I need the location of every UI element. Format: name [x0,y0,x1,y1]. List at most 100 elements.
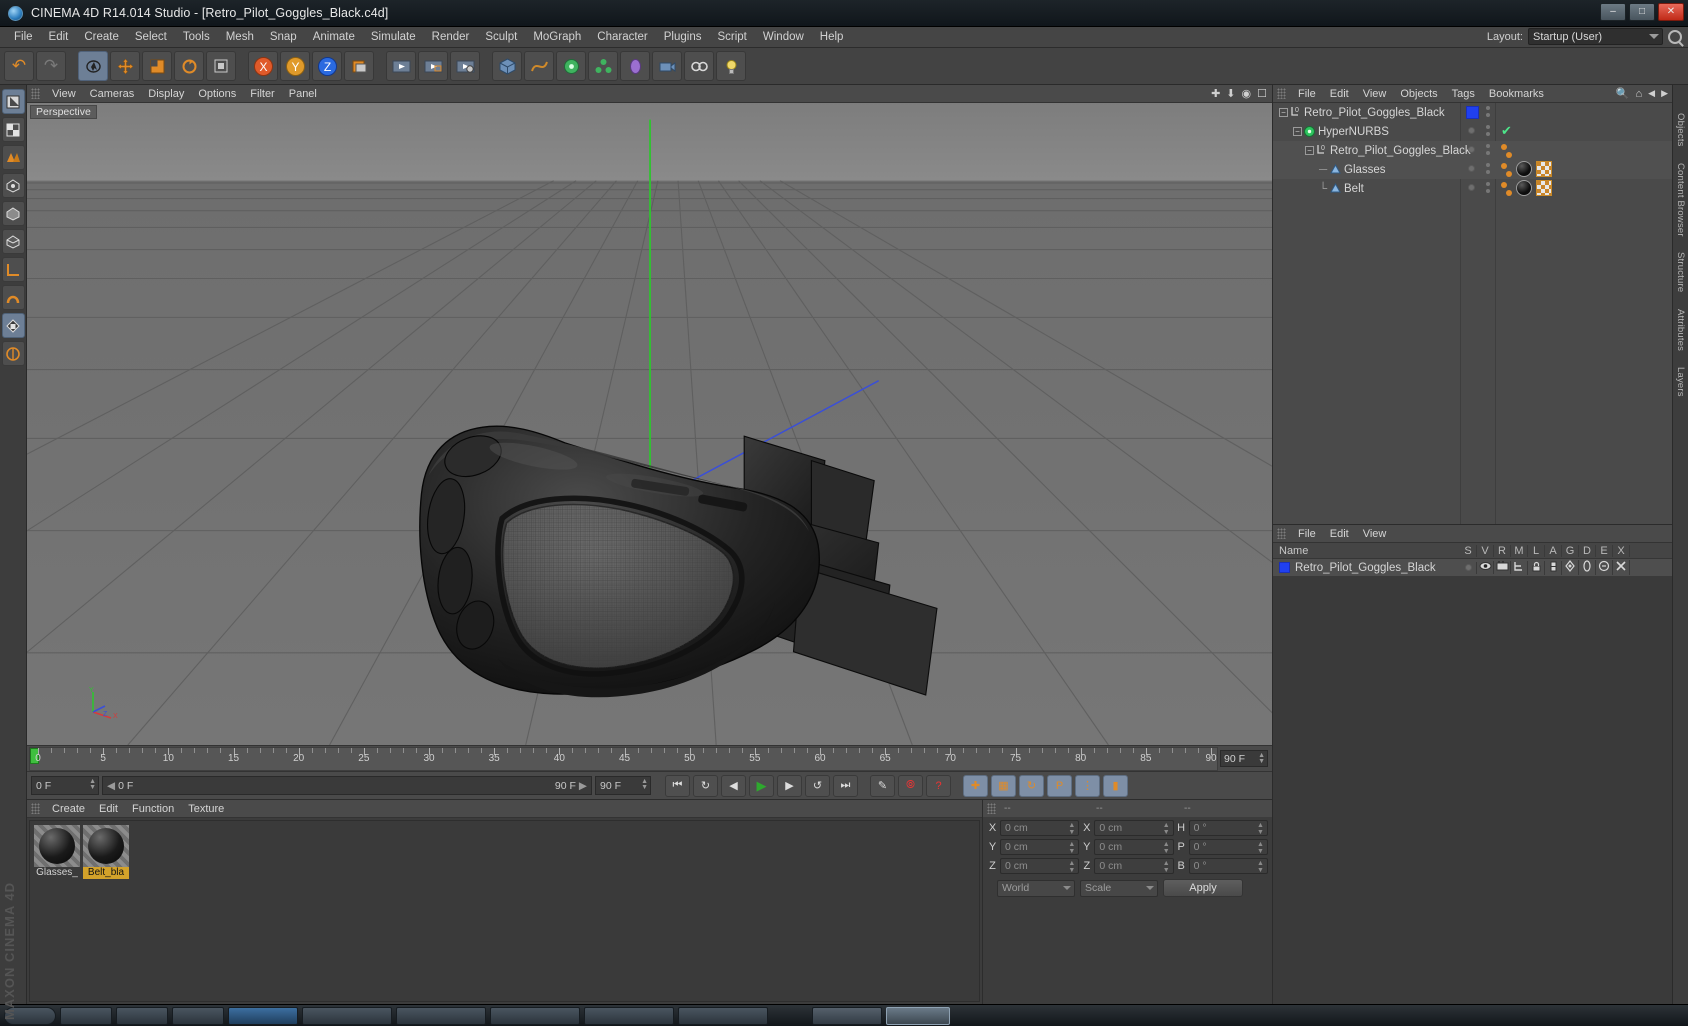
world-object-coordinates-button[interactable] [344,51,374,81]
menu-animate[interactable]: Animate [305,29,363,45]
coordinate-system-select[interactable]: World [997,879,1075,897]
expander-toggle[interactable]: − [1279,108,1288,117]
b-rotation-field[interactable]: 0 ° ▲ ▼ [1188,858,1268,874]
stepper-icon[interactable]: ▲ ▼ [1257,822,1264,836]
material-menu-edit[interactable]: Edit [92,802,125,816]
y-position-field[interactable]: 0 cm ▲ ▼ [1000,839,1080,855]
viewport-menu-view[interactable]: View [45,87,83,101]
editor-visibility-dot[interactable] [1468,146,1475,153]
layer-col-l[interactable]: L [1528,544,1545,557]
material-swatch-area[interactable]: Glasses_ Belt_bla [29,820,980,1002]
scale-key-button[interactable]: ▦ [991,774,1016,797]
taskbar-item[interactable] [584,1006,674,1025]
layer-col-e[interactable]: E [1596,544,1613,557]
layer-menu-view[interactable]: View [1356,527,1394,541]
autokey-button[interactable]: ✎ [870,774,895,797]
keyframe-selection-button[interactable]: ▮ [1103,774,1128,797]
stepper-icon[interactable]: ▲ ▼ [89,778,96,791]
material-tag-icon[interactable] [1516,180,1532,196]
dolly-view-icon[interactable]: ⬇ [1226,87,1235,100]
expander-toggle[interactable]: − [1305,146,1314,155]
layer-deformer-toggle[interactable] [1579,560,1596,575]
menu-help[interactable]: Help [812,29,852,45]
menu-render[interactable]: Render [424,29,478,45]
y-size-field[interactable]: 0 cm ▲ ▼ [1094,839,1174,855]
menu-select[interactable]: Select [127,29,175,45]
z-size-field[interactable]: 0 cm ▲ ▼ [1094,858,1174,874]
material-menu-texture[interactable]: Texture [181,802,231,816]
layer-col-x[interactable]: X [1613,544,1630,557]
taskbar-item[interactable] [490,1006,580,1025]
object-row-glasses[interactable]: ─ Glasses [1273,160,1672,179]
object-menu-bookmarks[interactable]: Bookmarks [1482,87,1551,101]
ring-select-tool-icon[interactable] [1,201,25,226]
size-mode-select[interactable]: Scale [1080,879,1158,897]
taskbar-item[interactable] [172,1006,224,1025]
stepper-icon[interactable]: ▲ ▼ [1068,841,1075,855]
material-tag-icon[interactable] [1516,161,1532,177]
render-settings-button[interactable] [450,51,480,81]
stepper-icon[interactable]: ▲ ▼ [641,778,648,791]
editor-visibility-dot[interactable] [1468,165,1475,172]
dock-tab-attributes[interactable]: Attributes [1675,309,1686,351]
y-axis-lock-button[interactable]: Y [280,51,310,81]
material-menu-create[interactable]: Create [45,802,92,816]
z-position-field[interactable]: 0 cm ▲ ▼ [1000,858,1080,874]
object-row-hypernurbs[interactable]: − HyperNURBS ✔ [1273,122,1672,141]
material-item[interactable]: Belt_bla [83,825,129,879]
taskbar-item[interactable] [60,1006,112,1025]
layer-col-a[interactable]: A [1545,544,1562,557]
object-row-root[interactable]: − 0 Retro_Pilot_Goggles_Black [1273,103,1672,122]
timeline-end-frame-field[interactable]: 90 F ▲ ▼ [1220,750,1268,767]
editor-visibility-dot[interactable] [1468,184,1475,191]
stepper-icon[interactable]: ▲ ▼ [1068,822,1075,836]
menu-mesh[interactable]: Mesh [218,29,262,45]
menu-mograph[interactable]: MoGraph [525,29,589,45]
lasso-select-tool-icon[interactable] [1,145,25,170]
polygon-select-tool-icon[interactable] [1,173,25,198]
pla-key-button[interactable]: ⋮ [1075,774,1100,797]
menu-snap[interactable]: Snap [262,29,305,45]
current-frame-field[interactable]: 0 F ▲ ▼ [31,776,99,795]
stepper-icon[interactable]: ▲ ▼ [1257,841,1264,855]
menu-window[interactable]: Window [755,29,812,45]
menu-script[interactable]: Script [709,29,754,45]
rotate-tool-button[interactable] [174,51,204,81]
layer-expression-toggle[interactable] [1596,560,1613,575]
x-size-field[interactable]: 0 cm ▲ ▼ [1094,820,1174,836]
expander-toggle[interactable]: − [1293,127,1302,136]
move-tool-button[interactable] [110,51,140,81]
minimize-button[interactable]: – [1600,3,1626,21]
perspective-viewport[interactable]: Perspective Y X Z [27,103,1272,745]
record-keyframe-button[interactable]: ⦾ [898,774,923,797]
panel-grip-icon[interactable] [1277,528,1286,539]
viewport-menu-options[interactable]: Options [191,87,243,101]
preview-end-field[interactable]: 90 F ▲ ▼ [595,776,651,795]
visibility-dots[interactable] [1486,182,1490,193]
magnet-tool-icon[interactable] [1,285,25,310]
step-back-button[interactable]: ◀ [721,774,746,797]
measure-tool-icon[interactable] [1,257,25,282]
add-scene-button[interactable] [684,51,714,81]
stepper-icon[interactable]: ▲ ▼ [1068,860,1075,874]
stepper-icon[interactable]: ▲ ▼ [1258,752,1265,765]
menu-sculpt[interactable]: Sculpt [477,29,525,45]
position-key-button[interactable]: ✚ [963,774,988,797]
h-rotation-field[interactable]: 0 ° ▲ ▼ [1188,820,1268,836]
layer-manager-toggle[interactable] [1511,560,1528,575]
panel-grip-icon[interactable] [31,88,40,99]
z-axis-lock-button[interactable]: Z [312,51,342,81]
rotate-view-icon[interactable]: ◉ [1242,87,1252,100]
taskbar-item[interactable] [302,1006,392,1025]
maximize-view-icon[interactable]: ☐ [1257,87,1267,100]
dock-tab-layers[interactable]: Layers [1675,367,1686,397]
layer-xref-toggle[interactable] [1613,560,1630,575]
mixed-transform-button[interactable] [206,51,236,81]
visibility-dots[interactable] [1486,144,1490,155]
layer-lock-toggle[interactable] [1528,560,1545,575]
viewport-menu-filter[interactable]: Filter [243,87,281,101]
p-rotation-field[interactable]: 0 ° ▲ ▼ [1188,839,1268,855]
play-reverse-loop-button[interactable]: ↻ [693,774,718,797]
menu-tools[interactable]: Tools [175,29,218,45]
loop-select-tool-icon[interactable] [1,229,25,254]
